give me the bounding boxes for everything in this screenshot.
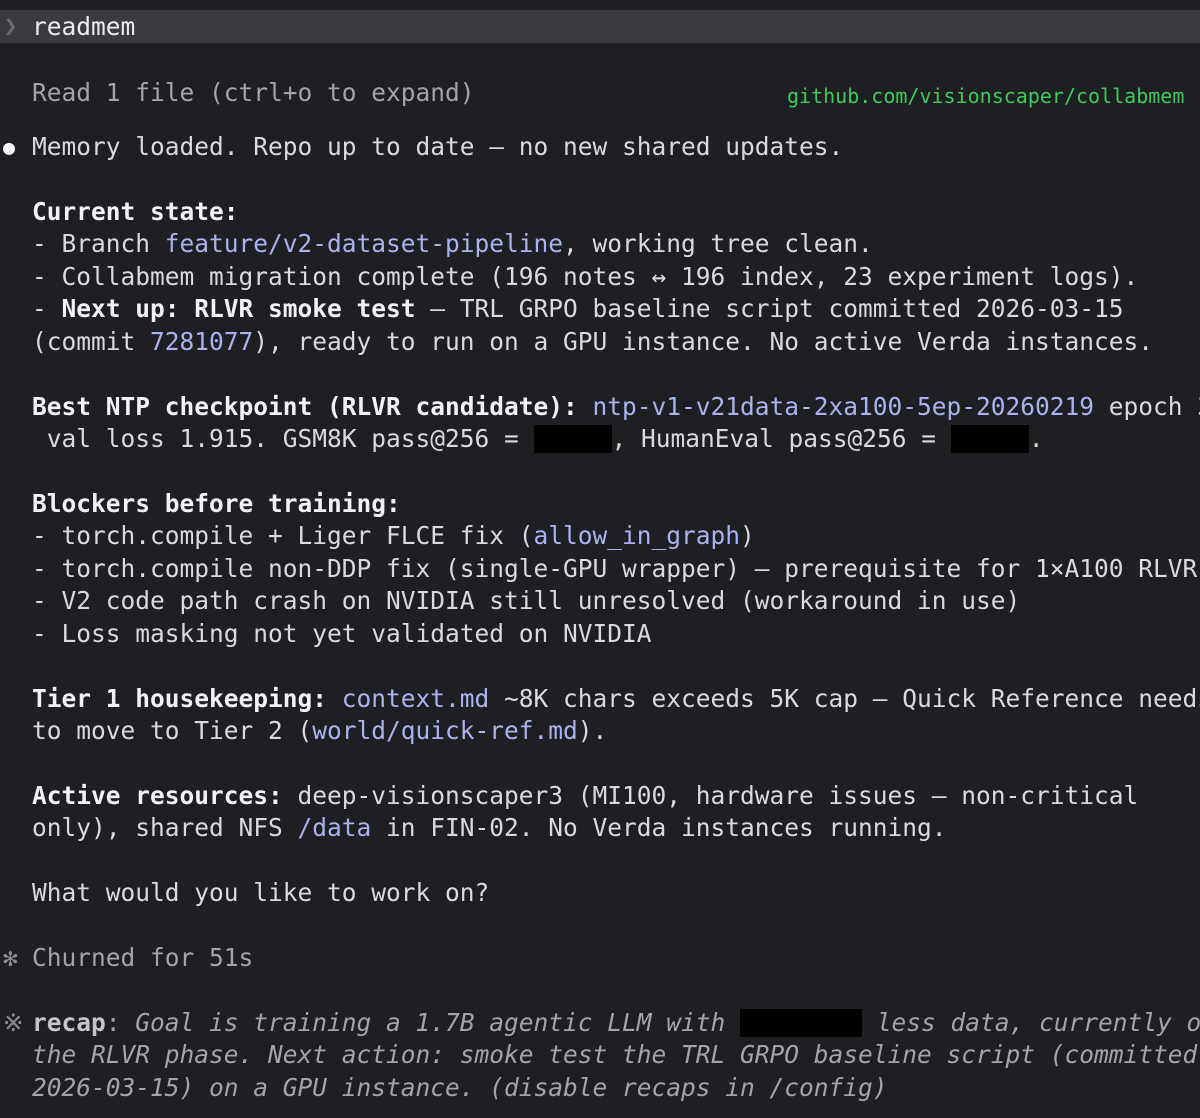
response-bullet-icon: ●: [3, 135, 16, 159]
blockers-heading: Blockers before training:: [32, 489, 401, 518]
recap-colon: :: [105, 1008, 136, 1037]
blocker-1-suffix: ): [740, 521, 755, 550]
resources-path[interactable]: /data: [298, 813, 372, 842]
resources-text-2-prefix: only), shared NFS: [32, 813, 298, 842]
resources-line-2: only), shared NFS /data in FIN-02. No Ve…: [32, 812, 947, 844]
commit-hash[interactable]: 7281077: [150, 327, 253, 356]
recap-text-1a: Goal is training a 1.7B agentic LLM with: [135, 1008, 741, 1037]
question-line: What would you like to work on?: [32, 878, 490, 907]
branch-suffix: , working tree clean.: [563, 229, 873, 258]
migration-line: - Collabmem migration complete (196 note…: [32, 262, 1139, 291]
checkpoint-metrics-a: val loss 1.915. GSM8K pass@256 =: [32, 424, 534, 453]
commit-suffix: ), ready to run on a GPU instance. No ac…: [253, 327, 1154, 356]
branch-line: - Branch feature/v2-dataset-pipeline, wo…: [32, 228, 873, 260]
recap-line-1: recap: Goal is training a 1.7B agentic L…: [32, 1007, 1200, 1039]
resources-text-2-suffix: in FIN-02. No Verda instances running.: [371, 813, 947, 842]
blocker-item-4: - Loss masking not yet validated on NVID…: [32, 619, 652, 648]
commit-line: (commit 7281077), ready to run on a GPU …: [32, 326, 1153, 358]
checkpoint-heading: Best NTP checkpoint (RLVR candidate):: [32, 392, 578, 421]
housekeeping-file[interactable]: context.md: [342, 684, 490, 713]
blocker-item-3: - V2 code path crash on NVIDIA still unr…: [32, 586, 1021, 615]
redacted-humaneval-value: [950, 425, 1029, 453]
blocker-item-1: - torch.compile + Liger FLCE fix (allow_…: [32, 520, 755, 552]
checkpoint-epoch: epoch 3,: [1108, 392, 1200, 421]
redacted-recap-value: [740, 1009, 863, 1037]
checkpoint-metrics-line: val loss 1.915. GSM8K pass@256 = , Human…: [32, 423, 1044, 455]
status-line: Memory loaded. Repo up to date — no new …: [32, 132, 844, 161]
recap-line-2: the RLVR phase. Next action: smoke test …: [32, 1040, 1198, 1069]
recap-text-1b: less data, currently on: [862, 1008, 1200, 1037]
next-prefix: -: [32, 294, 62, 323]
branch-name[interactable]: feature/v2-dataset-pipeline: [165, 229, 563, 258]
commit-prefix: (commit: [32, 327, 151, 356]
housekeeping-heading: Tier 1 housekeeping:: [32, 684, 328, 713]
housekeeping-line-2: to move to Tier 2 (world/quick-ref.md).: [32, 715, 607, 747]
churn-spinner-icon: ✻: [3, 943, 18, 972]
next-up-label: Next up: RLVR smoke test: [61, 294, 416, 323]
housekeeping-file-2[interactable]: world/quick-ref.md: [312, 716, 578, 745]
checkpoint-metrics-c: .: [1028, 424, 1044, 453]
checkpoint-metrics-b: , HumanEval pass@256 =: [611, 424, 951, 453]
housekeeping-text-1: ~8K chars exceeds 5K cap — Quick Referen…: [489, 684, 1200, 713]
prompt-bar[interactable]: ❯ readmem: [0, 10, 1200, 43]
blocker-1-code[interactable]: allow_in_graph: [534, 521, 741, 550]
checkpoint-line: Best NTP checkpoint (RLVR candidate): nt…: [32, 391, 1200, 423]
prompt-caret-icon: ❯: [4, 14, 18, 39]
branch-prefix: - Branch: [32, 229, 165, 258]
current-state-heading: Current state:: [32, 197, 239, 226]
checkpoint-name[interactable]: ntp-v1-v21data-2xa100-5ep-20260219: [593, 392, 1095, 421]
housekeeping-text-2-prefix: to move to Tier 2 (: [32, 716, 313, 745]
housekeeping-line-1: Tier 1 housekeeping: context.md ~8K char…: [32, 683, 1200, 715]
recap-line-3: 2026-03-15) on a GPU instance. (disable …: [32, 1073, 888, 1102]
resources-heading: Active resources:: [32, 781, 283, 810]
churn-status: Churned for 51s: [32, 943, 254, 972]
repo-link[interactable]: github.com/visionscaper/collabmem: [787, 80, 1184, 112]
tool-call-summary[interactable]: Read 1 file (ctrl+o to expand): [32, 77, 475, 109]
recap-icon: ※: [3, 1008, 24, 1037]
blocker-1-prefix: - torch.compile + Liger FLCE fix (: [32, 521, 534, 550]
redacted-gsm8k-value: [533, 425, 612, 453]
housekeeping-text-2-suffix: ).: [577, 716, 608, 745]
prompt-command: readmem: [32, 12, 136, 41]
next-up-rest: — TRL GRPO baseline script committed 202…: [415, 294, 1124, 323]
resources-text-1: deep-visionscaper3 (MI100, hardware issu…: [282, 781, 1139, 810]
recap-label: recap: [32, 1008, 106, 1037]
next-up-line: - Next up: RLVR smoke test — TRL GRPO ba…: [32, 293, 1124, 325]
blocker-item-2: - torch.compile non-DDP fix (single-GPU …: [32, 554, 1198, 583]
resources-line-1: Active resources: deep-visionscaper3 (MI…: [32, 780, 1138, 812]
